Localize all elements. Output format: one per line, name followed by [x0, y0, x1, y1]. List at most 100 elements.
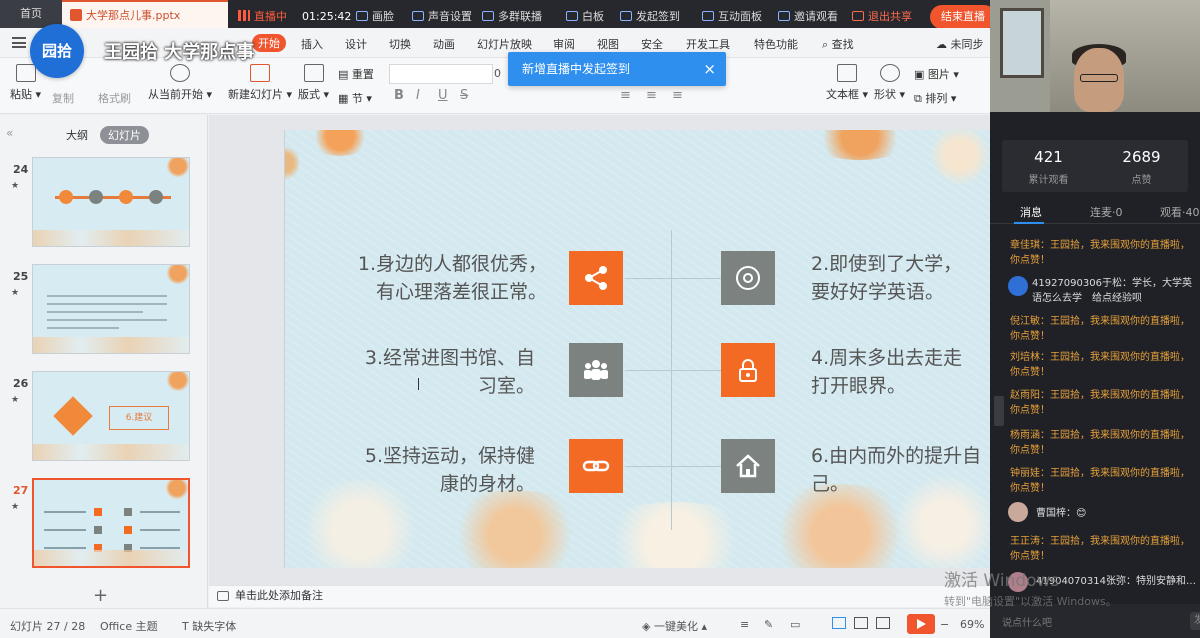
reset-icon: ▤ [338, 68, 349, 81]
sync-status[interactable]: ☁ 未同步 [936, 36, 984, 52]
zoom-level[interactable]: 69% [960, 618, 984, 631]
chat-message: 杨雨涵：王园拾，我来围观你的直播啦，你点赞！ [1010, 430, 1190, 456]
shape-button[interactable]: 形状 ▾ [874, 64, 905, 102]
tab-co-host[interactable]: 连麦·0 [1090, 204, 1123, 220]
menu-icon[interactable] [12, 37, 26, 48]
slide-item-5[interactable]: 5.坚持运动，保持健 康的身材。 [303, 442, 535, 498]
comment-icon[interactable]: ✎ [764, 618, 773, 631]
picture-button[interactable]: ▣ 图片 ▾ [914, 66, 959, 82]
beautify-button[interactable]: ◈ 一键美化 ▴ [642, 618, 707, 634]
live-side-panel: 421 累计观看 2689 点赞 消息 连麦·0 观看·407 章佳琪：王园拾，… [990, 0, 1200, 638]
camera-icon [356, 11, 368, 21]
views-label: 累计观看 [1028, 175, 1069, 186]
font-icon: T [182, 620, 189, 633]
collapse-icon[interactable]: « [6, 126, 13, 140]
menu-features[interactable]: 特色功能 [754, 36, 798, 52]
align-right-icon[interactable]: ≡ [672, 88, 683, 103]
new-slide-icon [250, 64, 271, 82]
chat-message: 王正涛：王园拾，我来围观你的直播啦，你点赞！ [1010, 536, 1190, 562]
view-icon[interactable]: ▭ [790, 618, 800, 631]
slide-sorter-icon[interactable] [854, 617, 868, 629]
notes-area[interactable]: 单击此处添加备注 [209, 585, 990, 607]
menu-view[interactable]: 视图 [597, 36, 619, 52]
play-icon [170, 64, 191, 82]
slide-item-3[interactable]: 3.经常进图书馆、自 习室。 [303, 344, 535, 400]
section-button[interactable]: ▦ 节 ▾ [338, 90, 372, 106]
panel-collapse-handle[interactable] [994, 396, 1004, 426]
tab-outline[interactable]: 大纲 [66, 127, 88, 143]
star-icon: ★ [11, 395, 20, 405]
menu-review[interactable]: 审阅 [553, 36, 575, 52]
tab-viewers[interactable]: 观看·407 [1160, 204, 1200, 220]
menu-find[interactable]: ⌕ 查找 [822, 36, 854, 52]
reset-button[interactable]: ▤ 重置 [338, 66, 374, 82]
menu-animation[interactable]: 动画 [433, 36, 455, 52]
slide-thumbnail[interactable]: 6.建议 [32, 371, 190, 461]
chat-input[interactable]: 说点什么吧 发送 [990, 604, 1200, 638]
microphone-icon [412, 11, 424, 21]
bold-button[interactable]: B [394, 88, 404, 103]
copy-button[interactable]: 复制 [52, 90, 74, 106]
font-family-select[interactable] [389, 64, 493, 84]
normal-view-icon[interactable] [832, 617, 846, 629]
chat-message: 倪江敏：王园拾，我来围观你的直播啦，你点赞！ [1010, 316, 1190, 342]
menu-start[interactable]: 开始 [252, 34, 286, 52]
close-icon[interactable]: × [703, 52, 716, 86]
slide-thumbnail[interactable] [32, 157, 190, 247]
users-icon [482, 11, 494, 21]
notes-toggle-icon[interactable]: ≡ [740, 618, 749, 631]
slide-thumbnail[interactable] [32, 264, 190, 354]
active-tab-indicator [1014, 222, 1044, 224]
menu-slideshow[interactable]: 幻灯片放映 [477, 36, 532, 52]
menu-security[interactable]: 安全 [641, 36, 663, 52]
cloud-icon: ☁ [936, 38, 947, 51]
missing-font-button[interactable]: T 缺失字体 [182, 618, 236, 634]
broadcaster-title: 王园拾 大学那点事 [104, 42, 255, 63]
text-box-button[interactable]: 文本框 ▾ [826, 64, 868, 102]
likes-count: 2689 [1122, 148, 1161, 166]
chat-message: 章佳琪：王园拾，我来围观你的直播啦，你点赞！ [1010, 240, 1190, 266]
tab-document[interactable]: 大学那点儿事.pptx [62, 0, 232, 28]
chat-list[interactable]: 章佳琪：王园拾，我来围观你的直播啦，你点赞！ 41927090306于松：学长，… [990, 232, 1200, 604]
star-icon: ★ [11, 502, 20, 512]
format-painter-button[interactable]: 格式刷 [98, 90, 131, 106]
send-button[interactable]: 发送 [1190, 612, 1200, 630]
underline-button[interactable]: U [438, 88, 448, 103]
star-icon: ★ [11, 288, 20, 298]
theme-name[interactable]: Office 主题 [100, 618, 158, 634]
picture-icon: ▣ [914, 68, 925, 81]
reading-view-icon[interactable] [876, 617, 890, 629]
menu-developer[interactable]: 开发工具 [686, 36, 730, 52]
slide-item-4[interactable]: 4.周末多出去走走 打开眼界。 [811, 344, 990, 400]
live-stats: 421 累计观看 2689 点赞 [1002, 140, 1188, 192]
share-icon [569, 251, 623, 305]
layout-button[interactable]: 版式 ▾ [298, 64, 329, 102]
menu-transition[interactable]: 切换 [389, 36, 411, 52]
align-center-icon[interactable]: ≡ [646, 88, 657, 103]
new-slide-button[interactable]: 新建幻灯片 ▾ [228, 64, 292, 102]
search-icon: ⌕ [822, 38, 829, 51]
play-slideshow-button[interactable] [907, 614, 935, 634]
notice-text: 新增直播中发起签到 [522, 62, 631, 76]
people-icon [569, 343, 623, 397]
slide-item-1[interactable]: 1.身边的人都很优秀， 有心理落差很正常。 [303, 250, 547, 306]
arrange-button[interactable]: ⧉ 排列 ▾ [914, 90, 956, 106]
zoom-out-icon[interactable]: − [940, 618, 949, 631]
add-slide-icon[interactable]: + [93, 585, 108, 606]
ppt-file-icon [70, 9, 82, 21]
font-size-select[interactable]: 0 [494, 64, 508, 84]
end-live-button[interactable]: 结束直播 [930, 5, 996, 29]
align-left-icon[interactable]: ≡ [620, 88, 631, 103]
slide-item-2[interactable]: 2.即使到了大学， 要好好学英语。 [811, 250, 990, 306]
slide-canvas[interactable]: 1.身边的人都很优秀， 有心理落差很正常。 2.即使到了大学， 要好好学英语。 … [284, 130, 990, 568]
strikethrough-button[interactable]: S [460, 88, 468, 103]
slide-thumbnail-selected[interactable] [32, 478, 190, 568]
italic-button[interactable]: I [416, 88, 420, 103]
tab-slides[interactable]: 幻灯片 [100, 126, 149, 144]
tab-messages[interactable]: 消息 [1020, 204, 1042, 220]
paste-button[interactable]: 粘贴 ▾ [10, 64, 41, 102]
slide-item-6[interactable]: 6.由内而外的提升自 己。 [811, 442, 990, 498]
menu-insert[interactable]: 插入 [301, 36, 323, 52]
play-from-current-button[interactable]: 从当前开始 ▾ [148, 64, 212, 102]
menu-design[interactable]: 设计 [345, 36, 367, 52]
